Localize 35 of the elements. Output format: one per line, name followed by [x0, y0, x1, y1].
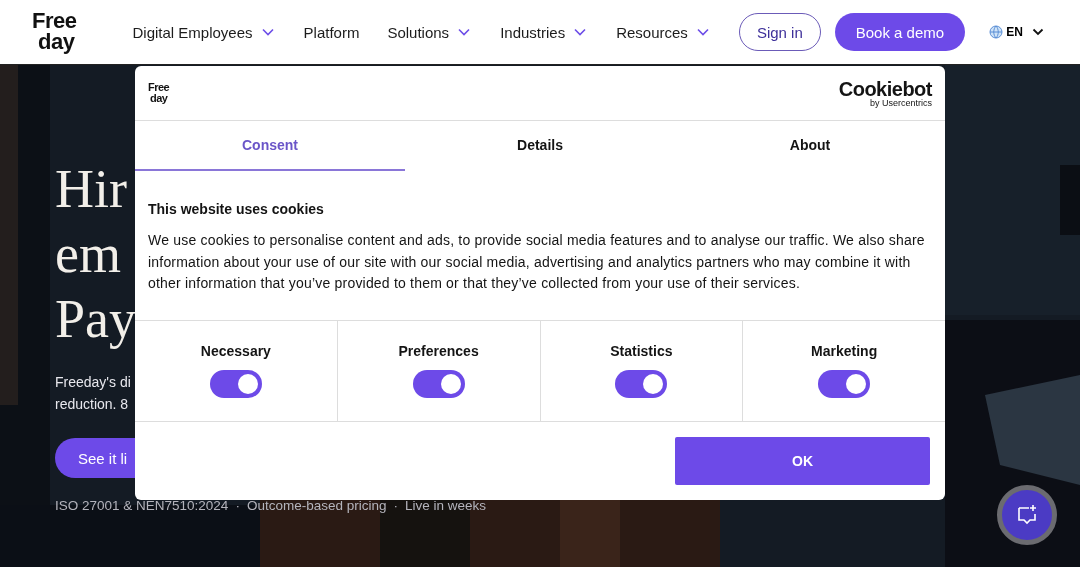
- language-selector[interactable]: EN: [989, 25, 1044, 39]
- category-label: Preferences: [398, 343, 479, 359]
- category-label: Marketing: [811, 343, 878, 359]
- book-demo-button[interactable]: Book a demo: [834, 13, 966, 51]
- headline-text: Pay: [55, 288, 136, 351]
- sign-in-button[interactable]: Sign in: [738, 13, 821, 51]
- highlight-text: ISO 27001 & NEN7510:2024: [55, 498, 229, 513]
- separator-dot: ·: [235, 498, 240, 513]
- headline-text: em: [55, 223, 121, 286]
- nav-link[interactable]: Platform: [303, 23, 360, 41]
- nav-link[interactable]: Solutions: [387, 23, 471, 41]
- toggle-switch[interactable]: [412, 370, 465, 398]
- dialog-text: We use cookies to personalise content and ads, to provide social media features and to analyse our traffic. We also share information about your use of our site with our social media, advertising and analytics partners who may combine it with other information that you’ve provided to them or that they’ve collected from your use of their services.: [148, 231, 926, 294]
- nav-link[interactable]: Resources: [616, 23, 709, 41]
- hero-text: Freeday's di: [55, 373, 131, 392]
- logo[interactable]: Free day: [148, 82, 170, 104]
- category-label: Statistics: [610, 343, 673, 359]
- dialog-heading: This website uses cookies: [148, 201, 325, 217]
- highlight-text: Live in weeks: [404, 498, 486, 513]
- chevron-down-icon: [1031, 28, 1044, 36]
- toggle-switch[interactable]: [209, 370, 262, 398]
- nav-link[interactable]: Industries: [500, 23, 587, 41]
- toggle-switch[interactable]: [615, 370, 668, 398]
- headline-text: Hir: [55, 158, 127, 221]
- chat-sparkle-icon: [1015, 503, 1039, 527]
- nav-link[interactable]: Digital Employees: [132, 23, 274, 41]
- category-label: Necessary: [200, 343, 271, 359]
- logo[interactable]: Free day: [32, 11, 77, 53]
- highlight-text: Outcome-based pricing: [246, 498, 387, 513]
- hero-text: reduction. 8: [55, 395, 129, 414]
- globe-icon: [989, 25, 1004, 39]
- cookiebot-logo: Cookiebot by Usercentrics: [838, 78, 932, 108]
- separator-dot: ·: [393, 498, 398, 513]
- toggle-switch[interactable]: [818, 370, 871, 398]
- ok-button[interactable]: OK: [675, 437, 930, 485]
